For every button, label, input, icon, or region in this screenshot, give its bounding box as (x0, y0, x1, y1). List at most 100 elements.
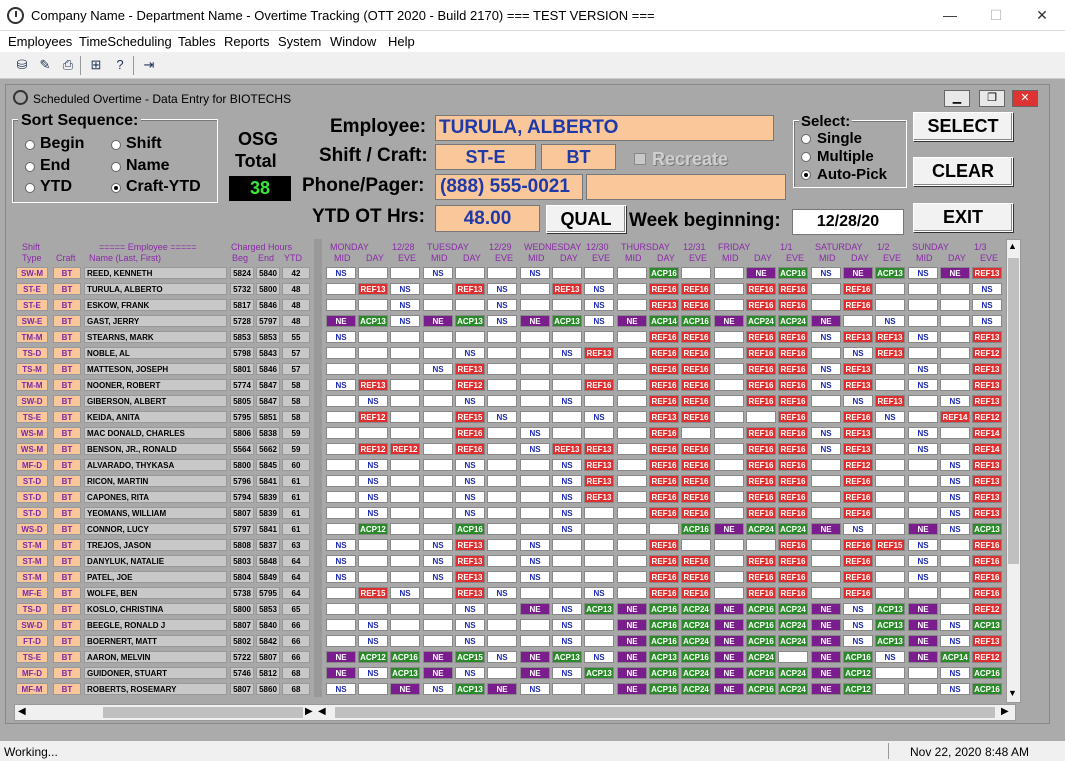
overtime-cell[interactable]: REF13 (972, 635, 1002, 647)
overtime-cell[interactable]: REF13 (843, 363, 873, 375)
overtime-cell[interactable] (390, 347, 420, 359)
overtime-cell[interactable]: ACP16 (746, 667, 776, 679)
ytd-ot-field[interactable]: 48.00 (435, 205, 540, 232)
employee-name-cell[interactable]: STEARNS, MARK (84, 331, 227, 343)
overtime-cell[interactable] (552, 587, 582, 599)
table-row[interactable]: TS-M BT MATTESON, JOSEPH 5801 5846 57 NS REF13 R… (14, 362, 1023, 376)
overtime-cell[interactable] (617, 363, 647, 375)
scroll-left-icon[interactable]: ◀ (318, 706, 326, 717)
overtime-cell[interactable]: NS (843, 347, 873, 359)
overtime-cell[interactable] (390, 475, 420, 487)
overtime-cell[interactable] (520, 379, 550, 391)
overtime-cell[interactable]: ACP16 (972, 667, 1002, 679)
overtime-cell[interactable] (714, 475, 744, 487)
overtime-cell[interactable]: NS (552, 475, 582, 487)
overtime-cell[interactable]: REF16 (681, 507, 711, 519)
overtime-cell[interactable]: NE (811, 683, 841, 695)
overtime-cell[interactable] (358, 603, 388, 615)
overtime-cell[interactable]: NS (875, 651, 905, 663)
overtime-cell[interactable]: ACP16 (778, 267, 808, 279)
overtime-cell[interactable]: REF16 (649, 395, 679, 407)
menu-employees[interactable]: Employees (8, 34, 72, 49)
overtime-cell[interactable]: ACP16 (649, 619, 679, 631)
overtime-cell[interactable]: ACP14 (649, 315, 679, 327)
overtime-cell[interactable]: REF15 (875, 539, 905, 551)
overtime-cell[interactable] (875, 363, 905, 375)
overtime-cell[interactable]: ACP24 (778, 603, 808, 615)
overtime-cell[interactable] (584, 331, 614, 343)
overtime-cell[interactable]: REF13 (972, 507, 1002, 519)
overtime-cell[interactable]: REF13 (584, 347, 614, 359)
overtime-cell[interactable]: NE (714, 603, 744, 615)
employee-name-cell[interactable]: ROBERTS, ROSEMARY (84, 683, 227, 695)
overtime-cell[interactable]: NE (520, 603, 550, 615)
hscroll-thumb-left[interactable] (103, 707, 303, 718)
overtime-cell[interactable]: NS (326, 267, 356, 279)
overtime-cell[interactable]: NS (326, 331, 356, 343)
overtime-cell[interactable]: NE (908, 635, 938, 647)
overtime-cell[interactable] (714, 539, 744, 551)
overtime-cell[interactable] (552, 427, 582, 439)
overtime-cell[interactable]: NS (940, 491, 970, 503)
overtime-cell[interactable]: REF16 (681, 363, 711, 375)
overtime-cell[interactable] (455, 299, 485, 311)
week-beginning-field[interactable]: 12/28/20 (792, 209, 904, 235)
overtime-cell[interactable]: REF16 (746, 491, 776, 503)
overtime-cell[interactable]: ACP16 (455, 523, 485, 535)
overtime-cell[interactable] (552, 331, 582, 343)
overtime-cell[interactable] (875, 491, 905, 503)
overtime-cell[interactable]: REF16 (455, 443, 485, 455)
scroll-left-icon[interactable]: ◀ (18, 706, 26, 717)
overtime-cell[interactable] (746, 539, 776, 551)
overtime-cell[interactable] (487, 667, 517, 679)
employee-name-cell[interactable]: ESKOW, FRANK (84, 299, 227, 311)
overtime-cell[interactable]: REF16 (778, 459, 808, 471)
overtime-cell[interactable]: ACP12 (358, 523, 388, 535)
overtime-cell[interactable]: REF12 (455, 379, 485, 391)
overtime-cell[interactable]: REF12 (843, 459, 873, 471)
overtime-cell[interactable]: NS (811, 443, 841, 455)
overtime-cell[interactable]: REF16 (681, 379, 711, 391)
overtime-cell[interactable]: REF16 (649, 507, 679, 519)
overtime-cell[interactable] (584, 635, 614, 647)
overtime-cell[interactable]: REF16 (746, 427, 776, 439)
overtime-cell[interactable] (326, 363, 356, 375)
table-row[interactable]: TS-D BT NOBLE, AL 5798 5843 57 NS NS REF13 REF16 R… (14, 346, 1023, 360)
overtime-cell[interactable] (875, 667, 905, 679)
overtime-cell[interactable] (908, 283, 938, 295)
overtime-cell[interactable]: ACP24 (778, 315, 808, 327)
overtime-cell[interactable]: ACP12 (843, 667, 873, 679)
overtime-cell[interactable] (326, 523, 356, 535)
employee-name-cell[interactable]: CONNOR, LUCY (84, 523, 227, 535)
overtime-cell[interactable]: NS (326, 379, 356, 391)
overtime-cell[interactable]: NS (455, 491, 485, 503)
overtime-cell[interactable] (390, 571, 420, 583)
overtime-cell[interactable]: NS (940, 683, 970, 695)
overtime-cell[interactable]: ACP16 (972, 683, 1002, 695)
employee-name-cell[interactable]: CAPONES, RITA (84, 491, 227, 503)
overtime-cell[interactable]: REF12 (972, 411, 1002, 423)
overtime-cell[interactable]: NS (520, 267, 550, 279)
overtime-cell[interactable]: NE (811, 315, 841, 327)
overtime-cell[interactable]: REF16 (843, 555, 873, 567)
overtime-cell[interactable]: NS (908, 267, 938, 279)
overtime-cell[interactable]: NS (552, 603, 582, 615)
overtime-cell[interactable] (358, 299, 388, 311)
overtime-cell[interactable] (843, 315, 873, 327)
overtime-cell[interactable]: NE (714, 315, 744, 327)
overtime-cell[interactable] (390, 267, 420, 279)
overtime-cell[interactable] (617, 571, 647, 583)
overtime-cell[interactable] (390, 635, 420, 647)
overtime-cell[interactable]: REF13 (455, 587, 485, 599)
overtime-cell[interactable]: REF16 (681, 571, 711, 583)
overtime-cell[interactable] (908, 411, 938, 423)
employee-name-cell[interactable]: DANYLUK, NATALIE (84, 555, 227, 567)
overtime-cell[interactable]: NS (455, 475, 485, 487)
overtime-cell[interactable] (875, 571, 905, 583)
overtime-cell[interactable] (617, 427, 647, 439)
overtime-cell[interactable]: NS (358, 667, 388, 679)
table-row[interactable]: ST-E BT ESKOW, FRANK 5817 5846 48 NS NS NS REF13 R… (14, 298, 1023, 312)
overtime-cell[interactable]: REF16 (649, 363, 679, 375)
overtime-cell[interactable]: REF16 (843, 411, 873, 423)
employee-name-cell[interactable]: PATEL, JOE (84, 571, 227, 583)
